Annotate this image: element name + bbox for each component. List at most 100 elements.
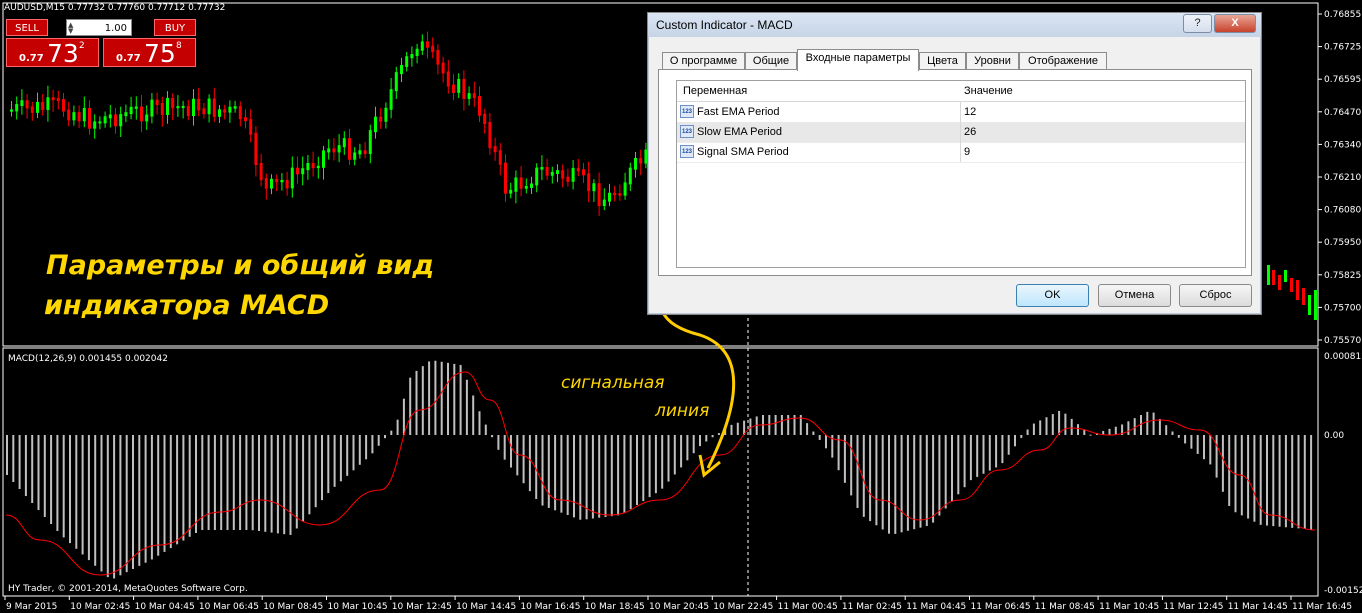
candle-body xyxy=(400,65,403,75)
tab-colors[interactable]: Цвета xyxy=(919,52,966,70)
candle-body xyxy=(545,167,549,176)
histogram-bar xyxy=(1108,428,1111,435)
histogram-bar xyxy=(157,435,160,556)
buy-button[interactable]: BUY xyxy=(154,19,196,36)
column-value[interactable]: Значение xyxy=(964,85,1013,97)
histogram-bar xyxy=(434,360,437,435)
histogram-bar xyxy=(1089,434,1092,436)
histogram-bar xyxy=(1077,424,1079,435)
tab-inputs[interactable]: Входные параметры xyxy=(797,49,919,71)
histogram-bar xyxy=(1032,423,1035,435)
ok-button[interactable]: OK xyxy=(1016,284,1089,307)
time-label: 11 Mar 08:45 xyxy=(1035,602,1095,612)
chart-symbol-line: AUDUSD,M15 0.77732 0.77760 0.77712 0.777… xyxy=(4,3,226,13)
candle-body xyxy=(1290,278,1293,292)
sell-button[interactable]: SELL xyxy=(6,19,48,36)
candle-body xyxy=(524,185,528,189)
histogram-bar xyxy=(169,435,172,549)
reset-button[interactable]: Сброс xyxy=(1179,284,1252,307)
candle-body xyxy=(415,48,419,57)
histogram-bar xyxy=(780,415,783,435)
histogram-bar xyxy=(1259,435,1262,525)
histogram-bar xyxy=(1171,431,1174,435)
histogram-bar xyxy=(686,435,689,461)
column-variable[interactable]: Переменная xyxy=(683,85,747,97)
histogram-bar xyxy=(226,435,229,530)
histogram-bar xyxy=(541,435,544,506)
histogram-bar xyxy=(1215,435,1218,478)
candle-body xyxy=(103,116,107,124)
histogram-bar xyxy=(18,435,21,489)
tab-about[interactable]: О программе xyxy=(662,52,745,70)
sell-price-sup: 2 xyxy=(79,41,85,51)
candle-body xyxy=(301,168,305,175)
price-label: 0.75825 xyxy=(1324,271,1361,281)
candle-body xyxy=(493,146,497,153)
histogram-bar xyxy=(610,435,613,517)
cancel-button[interactable]: Отмена xyxy=(1098,284,1171,307)
help-button[interactable]: ? xyxy=(1183,14,1212,33)
param-row[interactable]: 123 Fast EMA Period 12 xyxy=(677,102,1245,123)
histogram-bar xyxy=(661,435,664,489)
dialog-titlebar[interactable]: Custom Indicator - MACD ? X xyxy=(648,13,1261,37)
histogram-bar xyxy=(1203,435,1205,460)
time-label: 11 Mar 16:45 xyxy=(1292,602,1352,612)
histogram-bar xyxy=(377,435,380,446)
histogram-bar xyxy=(415,370,418,435)
param-row[interactable]: 123 Signal SMA Period 9 xyxy=(677,142,1245,163)
candle-body xyxy=(462,78,466,99)
histogram-bar xyxy=(302,435,305,522)
histogram-bar xyxy=(787,415,790,435)
tab-visualization[interactable]: Отображение xyxy=(1019,52,1107,70)
candle-body xyxy=(509,189,513,194)
lot-spinner-icon[interactable]: ▲ ▼ xyxy=(68,22,76,35)
close-button[interactable]: X xyxy=(1214,14,1256,33)
param-value[interactable]: 9 xyxy=(964,146,970,158)
histogram-bar xyxy=(314,435,317,508)
histogram-bar xyxy=(421,366,424,435)
candle-body xyxy=(228,106,232,113)
histogram-bar xyxy=(428,361,431,435)
histogram-bar xyxy=(384,435,386,439)
column-separator xyxy=(960,142,961,162)
signal-caption-line-2: линия xyxy=(655,401,710,421)
param-value[interactable]: 26 xyxy=(964,126,976,138)
candle-body xyxy=(160,103,164,116)
histogram-bar xyxy=(283,435,286,535)
candle-body xyxy=(223,109,227,113)
histogram-bar xyxy=(447,362,449,435)
histogram-bar xyxy=(37,435,40,510)
histogram-bar xyxy=(119,435,122,576)
sell-price-big: 73 xyxy=(47,39,79,68)
candle-body xyxy=(233,106,237,109)
histogram-bar xyxy=(573,435,575,518)
histogram-bar xyxy=(163,435,166,552)
sell-price-box[interactable]: 0.77 73 2 xyxy=(6,38,99,68)
buy-price-box[interactable]: 0.77 75 8 xyxy=(103,38,196,68)
candle-body xyxy=(30,106,34,113)
histogram-bar xyxy=(850,435,853,496)
histogram-bar xyxy=(1051,414,1054,435)
param-name: Slow EMA Period xyxy=(697,126,782,138)
histogram-bar xyxy=(522,435,525,484)
param-row[interactable]: 123 Slow EMA Period 26 xyxy=(677,122,1245,143)
param-value[interactable]: 12 xyxy=(964,106,976,118)
histogram-bar xyxy=(339,435,342,482)
candle-body xyxy=(306,162,310,171)
candle-body xyxy=(634,157,637,170)
candle-body xyxy=(608,192,611,202)
tab-levels[interactable]: Уровни xyxy=(966,52,1019,70)
histogram-bar xyxy=(390,430,393,435)
candle-body xyxy=(202,108,206,115)
candle-body xyxy=(108,114,112,119)
candle-body xyxy=(150,99,154,117)
time-label: 11 Mar 02:45 xyxy=(842,602,902,612)
histogram-bar xyxy=(900,435,903,533)
histogram-bar xyxy=(995,435,998,468)
candle-body xyxy=(212,98,216,117)
time-label: 11 Mar 12:45 xyxy=(1163,602,1223,612)
tab-common[interactable]: Общие xyxy=(745,52,797,70)
candle-body xyxy=(514,177,518,192)
candle-body xyxy=(368,130,372,154)
macd-histogram xyxy=(6,360,1313,579)
